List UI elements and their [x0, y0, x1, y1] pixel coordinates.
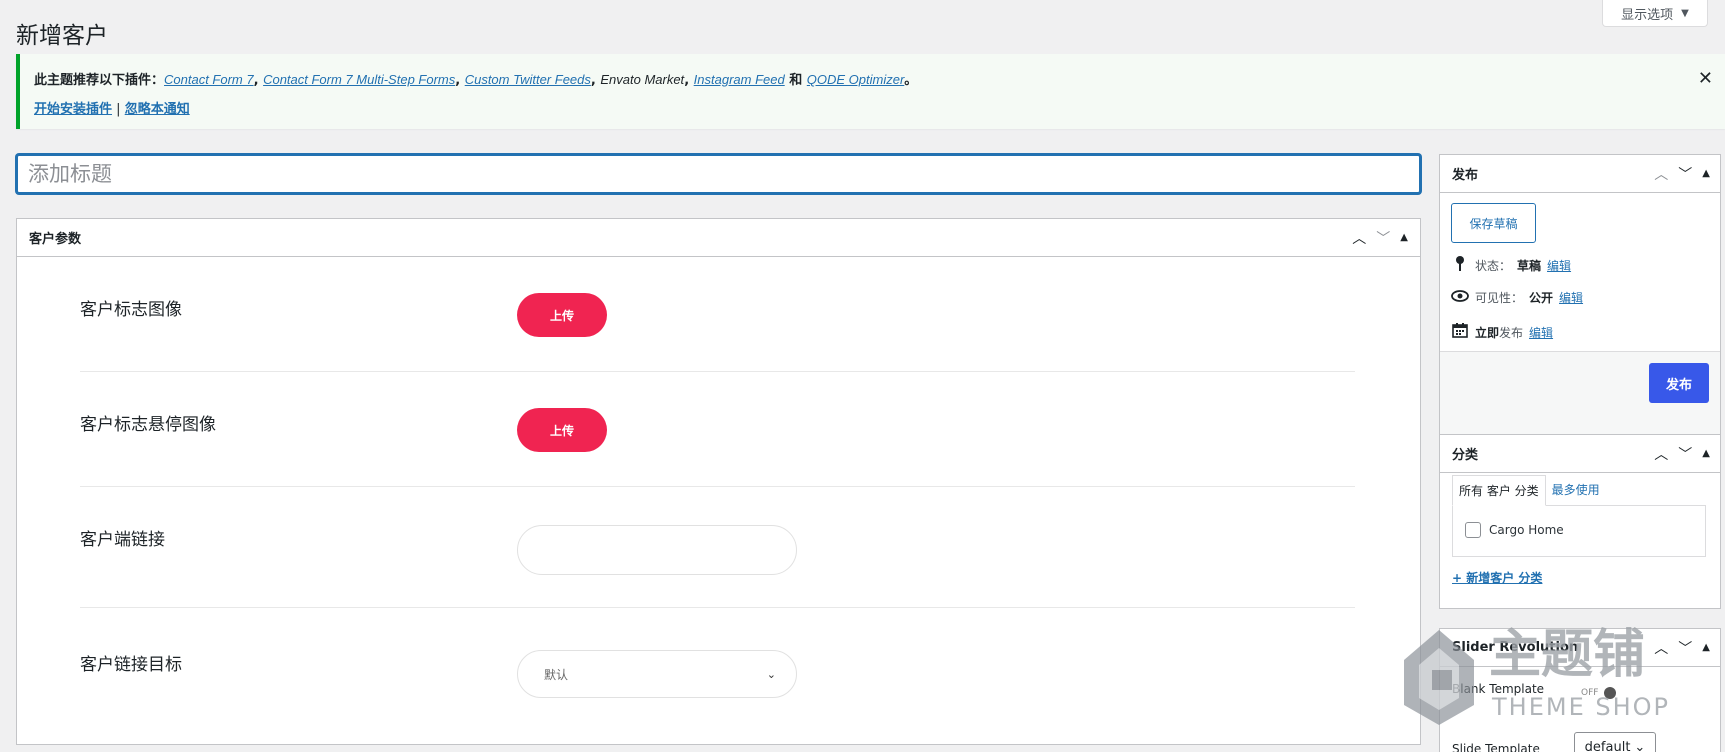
edit-status-link[interactable]: 编辑: [1547, 257, 1571, 274]
category-item-label: Cargo Home: [1489, 523, 1564, 537]
plugin-link-instagram-feed[interactable]: Instagram Feed: [694, 72, 785, 87]
caret-down-icon: ▼: [1681, 7, 1689, 19]
slider-header: Slider Revolution ︿ ﹀ ▲: [1440, 629, 1720, 667]
visibility-value: 公开: [1529, 291, 1554, 305]
post-title-input[interactable]: [16, 154, 1421, 194]
move-up-icon[interactable]: ︿: [1654, 444, 1668, 464]
logo-upload-button[interactable]: 上传: [517, 293, 607, 337]
toggle-knob-icon: [1604, 687, 1617, 699]
publish-button[interactable]: 发布: [1649, 363, 1709, 403]
status-label: 状态：: [1475, 258, 1512, 273]
chevron-down-icon: ⌄: [766, 667, 776, 681]
install-plugins-link[interactable]: 开始安装插件: [34, 102, 112, 117]
toggle-panel-icon[interactable]: ▲: [1702, 642, 1710, 653]
client-params-title: 客户参数: [29, 232, 82, 247]
notice-period: 。: [904, 73, 918, 88]
field-client-link: 客户端链接: [80, 487, 1355, 608]
box-handles: ︿ ﹀ ▲: [1654, 444, 1710, 464]
schedule-row: 立即发布 编辑: [1451, 322, 1553, 342]
toggle-panel-icon[interactable]: ▲: [1400, 232, 1408, 243]
category-header: 分类 ︿ ﹀ ▲: [1440, 435, 1720, 473]
client-link-input[interactable]: [517, 525, 797, 575]
pin-icon: [1451, 255, 1469, 275]
publish-header: 发布 ︿ ﹀ ▲: [1440, 155, 1720, 193]
box-handles: ︿ ﹀ ▲: [1352, 228, 1408, 248]
toggle-panel-icon[interactable]: ▲: [1702, 448, 1710, 459]
plugin-notice: 此主题推荐以下插件：Contact Form 7, Contact Form 7…: [16, 54, 1725, 129]
slider-revolution-box: Slider Revolution ︿ ﹀ ▲ Blank Template O…: [1439, 628, 1721, 752]
move-down-icon[interactable]: ﹀: [1376, 228, 1390, 248]
plugin-envato-market: Envato Market: [600, 72, 685, 87]
category-title: 分类: [1452, 448, 1479, 463]
blank-template-toggle[interactable]: OFF: [1581, 687, 1617, 699]
client-params-box: 客户参数 ︿ ﹀ ▲ 客户标志图像 上传 客户标志悬停图像 上传 客户端链接 客…: [16, 218, 1421, 745]
schedule-bold: 立即: [1475, 325, 1500, 340]
hover-logo-upload-button[interactable]: 上传: [517, 408, 607, 452]
notice-message: 此主题推荐以下插件：Contact Form 7, Contact Form 7…: [34, 72, 918, 88]
client-link-label: 客户端链接: [80, 530, 165, 550]
field-link-target: 客户链接目标 默认 ⌄: [80, 608, 1355, 728]
move-up-icon[interactable]: ︿: [1654, 164, 1668, 184]
toggle-panel-icon[interactable]: ▲: [1702, 168, 1710, 179]
category-list: Cargo Home: [1452, 505, 1706, 557]
screen-options-label: 显示选项: [1621, 7, 1674, 23]
category-item[interactable]: Cargo Home: [1465, 522, 1564, 538]
publish-actions: 发布: [1440, 351, 1720, 441]
close-icon[interactable]: ✕: [1698, 68, 1713, 89]
field-logo: 客户标志图像 上传: [80, 257, 1355, 372]
move-down-icon[interactable]: ﹀: [1678, 444, 1692, 464]
slide-template-select[interactable]: default ⌄: [1574, 732, 1656, 752]
box-handles: ︿ ﹀ ▲: [1654, 164, 1710, 184]
tab-all-categories[interactable]: 所有 客户 分类: [1452, 475, 1546, 506]
category-tabs: 所有 客户 分类 最多使用: [1452, 475, 1606, 506]
add-category-link[interactable]: + 新增客户 分类: [1452, 569, 1542, 586]
plugin-link-cf7[interactable]: Contact Form 7: [164, 72, 254, 87]
plugin-link-qode-optimizer[interactable]: QODE Optimizer: [807, 72, 905, 87]
visibility-row: 可见性： 公开 编辑: [1451, 289, 1583, 306]
tab-most-used[interactable]: 最多使用: [1546, 475, 1606, 506]
plugin-link-cf7-multistep[interactable]: Contact Form 7 Multi-Step Forms: [263, 72, 455, 87]
link-target-label: 客户链接目标: [80, 655, 182, 675]
eye-icon: [1451, 289, 1469, 306]
move-down-icon[interactable]: ﹀: [1678, 164, 1692, 184]
client-params-header: 客户参数 ︿ ﹀ ▲: [17, 219, 1420, 257]
edit-visibility-link[interactable]: 编辑: [1559, 289, 1583, 306]
slider-title: Slider Revolution: [1452, 640, 1579, 655]
hover-logo-label: 客户标志悬停图像: [80, 415, 216, 435]
slide-template-label: Slide Template: [1452, 742, 1540, 752]
save-draft-button[interactable]: 保存草稿: [1451, 203, 1536, 243]
link-target-select[interactable]: 默认 ⌄: [517, 650, 797, 698]
schedule-label: 发布: [1499, 325, 1524, 340]
move-up-icon[interactable]: ︿: [1654, 638, 1668, 658]
notice-and: 和: [789, 73, 803, 88]
publish-box: 发布 ︿ ﹀ ▲ 保存草稿 状态： 草稿 编辑 可见性： 公开 编辑 立即发布 …: [1439, 154, 1721, 441]
edit-schedule-link[interactable]: 编辑: [1529, 324, 1553, 341]
publish-title: 发布: [1452, 168, 1479, 183]
chevron-down-icon: ⌄: [1634, 739, 1646, 752]
status-row: 状态： 草稿 编辑: [1451, 255, 1571, 275]
notice-actions: 开始安装插件 | 忽略本通知: [34, 98, 1711, 117]
field-hover-logo: 客户标志悬停图像 上传: [80, 372, 1355, 487]
category-checkbox[interactable]: [1465, 522, 1481, 538]
toggle-state: OFF: [1581, 688, 1599, 698]
notice-prefix: 此主题推荐以下插件：: [34, 73, 165, 88]
category-box: 分类 ︿ ﹀ ▲ 所有 客户 分类 最多使用 Cargo Home + 新增客户…: [1439, 434, 1721, 609]
plugin-link-twitter-feeds[interactable]: Custom Twitter Feeds: [465, 72, 591, 87]
dismiss-notice-link[interactable]: 忽略本通知: [125, 102, 190, 117]
notice-separator: |: [116, 102, 121, 117]
box-handles: ︿ ﹀ ▲: [1654, 638, 1710, 658]
move-up-icon[interactable]: ︿: [1352, 228, 1366, 248]
logo-label: 客户标志图像: [80, 300, 182, 320]
blank-template-label: Blank Template: [1452, 682, 1545, 696]
screen-options-button[interactable]: 显示选项 ▼: [1602, 0, 1708, 27]
calendar-icon: [1451, 322, 1469, 342]
slide-template-value: default: [1584, 739, 1631, 752]
move-down-icon[interactable]: ﹀: [1678, 638, 1692, 658]
status-value: 草稿: [1517, 258, 1542, 273]
visibility-label: 可见性：: [1475, 291, 1524, 305]
link-target-value: 默认: [544, 667, 569, 682]
page-title: 新增客户: [16, 23, 108, 49]
